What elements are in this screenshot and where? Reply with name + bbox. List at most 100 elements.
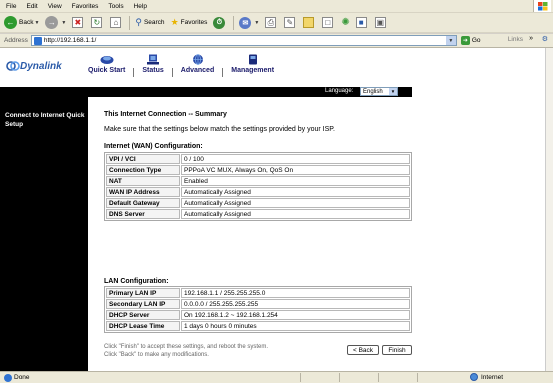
folder-icon [303, 17, 315, 28]
status-panels [300, 373, 456, 382]
folder-button[interactable] [303, 17, 316, 28]
menu-edit[interactable]: Edit [26, 3, 37, 10]
go-arrow-icon: ➜ [460, 36, 470, 45]
wan-section-title: Internet (WAN) Configuration: [104, 143, 203, 150]
settings-icon[interactable]: ⚙ [542, 35, 548, 43]
refresh-icon: ↻ [91, 17, 103, 28]
research-icon: ■ [355, 17, 367, 28]
favorites-button[interactable]: ★ Favorites [171, 17, 208, 28]
table-key: VPI / VCI [106, 154, 180, 164]
dropdown-caret-icon[interactable]: ▼ [61, 20, 66, 26]
stop-button[interactable]: ✖ [72, 17, 85, 28]
messenger-button[interactable]: □ [322, 17, 335, 28]
nav-status[interactable]: Status [142, 54, 164, 77]
footnote-back: Click "Back" to make any modifications. [104, 352, 209, 358]
forward-arrow-icon: → [45, 16, 59, 29]
globe-icon [470, 373, 478, 381]
table-key: Connection Type [106, 165, 180, 175]
dropdown-caret-icon[interactable]: ▼ [34, 20, 39, 26]
nav-label: Management [231, 67, 275, 74]
dynalink-logo-icon [6, 61, 20, 71]
search-button[interactable]: ⚲ Search [135, 17, 164, 28]
menu-help[interactable]: Help [134, 3, 147, 10]
nav-label: Status [142, 67, 164, 74]
table-row: DHCP Lease Time 1 days 0 hours 0 minutes [106, 321, 410, 331]
discuss-button[interactable]: ▣ [374, 17, 388, 28]
vertical-scrollbar[interactable] [545, 48, 553, 371]
security-zone: Internet [470, 373, 503, 381]
table-value: Automatically Assigned [181, 209, 410, 219]
address-input[interactable]: http://192.168.1.1/ ▼ [30, 35, 457, 46]
table-key: DNS Server [106, 209, 180, 219]
table-value: Enabled [181, 176, 410, 186]
toolbar-separator [129, 15, 131, 30]
nav-separator [133, 68, 135, 77]
table-value: 192.168.1.1 / 255.255.255.0 [181, 288, 410, 298]
nav-management[interactable]: Management [231, 54, 274, 77]
forward-button[interactable]: → ▼ [45, 16, 66, 29]
main-content: This Internet Connection -- Summary Make… [88, 97, 412, 371]
nav-quick-start[interactable]: Quick Start [88, 54, 125, 77]
page-icon [33, 36, 42, 45]
edit-button[interactable]: ✎ [284, 17, 297, 28]
management-icon [248, 54, 257, 65]
menu-favorites[interactable]: Favorites [72, 3, 99, 10]
router-nav: Quick Start Status Advanced Management [88, 54, 274, 77]
table-key: NAT [106, 176, 180, 186]
status-icon [147, 54, 160, 65]
home-icon: ⌂ [110, 17, 122, 28]
footnote: Click "Finish" to accept these settings,… [104, 343, 268, 359]
home-button[interactable]: ⌂ [110, 17, 123, 28]
back-button[interactable]: ← Back ▼ [4, 16, 39, 29]
mail-button[interactable]: ✉ ▼ [239, 16, 259, 29]
table-value: 1 days 0 hours 0 minutes [181, 321, 410, 331]
table-row: Secondary LAN IP 0.0.0.0 / 255.255.255.25… [106, 299, 410, 309]
nav-label: Advanced [180, 67, 215, 74]
wan-config-table: VPI / VCI 0 / 100 Connection Type PPPoA VC… [104, 152, 412, 221]
nav-separator [171, 68, 173, 77]
table-value: PPPoA VC MUX, Always On, QoS On [181, 165, 410, 175]
chevron-down-icon[interactable]: ▼ [389, 88, 397, 95]
nav-label: Quick Start [88, 67, 126, 74]
menu-tools[interactable]: Tools [108, 3, 123, 10]
print-button[interactable]: ⎙ [265, 17, 278, 28]
nav-advanced[interactable]: Advanced [181, 54, 214, 77]
star-icon: ★ [170, 17, 179, 27]
back-arrow-icon: ← [4, 16, 17, 29]
language-select[interactable]: English ▼ [360, 87, 398, 96]
history-button[interactable]: ⏱ [213, 16, 227, 29]
lan-section-title: LAN Configuration: [104, 278, 169, 285]
table-key: Primary LAN IP [106, 288, 180, 298]
menu-file[interactable]: File [6, 3, 16, 10]
table-key: DHCP Lease Time [106, 321, 180, 331]
table-row: Primary LAN IP 192.168.1.1 / 255.255.255.… [106, 288, 410, 298]
messenger-icon: □ [322, 17, 334, 28]
finish-button[interactable]: Finish [382, 345, 412, 355]
go-button[interactable]: ➜ Go [460, 36, 481, 45]
table-key: Secondary LAN IP [106, 299, 180, 309]
toolbar-separator [233, 15, 235, 30]
address-dropdown-icon[interactable]: ▼ [445, 36, 456, 45]
table-value: On 192.168.1.2 ~ 192.168.1.254 [181, 310, 410, 320]
mail-icon: ✉ [239, 16, 252, 29]
links-label[interactable]: Links [508, 36, 523, 43]
table-value: Automatically Assigned [181, 187, 410, 197]
back-label: Back [19, 19, 34, 26]
menu-view[interactable]: View [48, 3, 62, 10]
router-header: Dynalink Quick Start Status Advanced Man… [0, 48, 412, 86]
sidebar-item-quick-setup[interactable]: Connect to Internet Quick Setup [5, 111, 85, 129]
chevron-right-icon[interactable]: » [529, 35, 533, 42]
table-value: Automatically Assigned [181, 198, 410, 208]
quick-start-icon [100, 56, 114, 64]
research-button[interactable]: ■ [355, 17, 369, 28]
back-step-button[interactable]: < Back [347, 345, 379, 355]
dropdown-caret-icon[interactable]: ▼ [254, 20, 259, 26]
menu-bar: File Edit View Favorites Tools Help [0, 0, 553, 13]
search-label: Search [143, 19, 165, 26]
settings-button[interactable]: ✺ [341, 17, 349, 28]
refresh-button[interactable]: ↻ [91, 17, 104, 28]
page-background [412, 48, 545, 371]
table-row: DNS Server Automatically Assigned [106, 209, 410, 219]
page-viewport: Dynalink Quick Start Status Advanced Man… [0, 48, 545, 371]
edit-icon: ✎ [284, 17, 296, 28]
